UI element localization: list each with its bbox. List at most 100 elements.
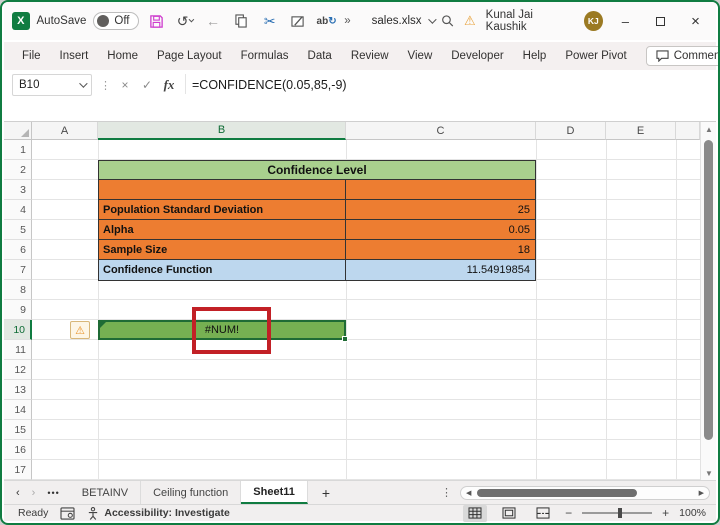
sheet-tab-betainv[interactable]: BETAINV — [70, 481, 141, 504]
fill-handle[interactable] — [342, 336, 348, 342]
row-header-10[interactable]: 10 — [4, 320, 32, 340]
row-header-15[interactable]: 15 — [4, 420, 32, 440]
table-cell-value[interactable]: 11.54919854 — [346, 260, 535, 280]
row-header-11[interactable]: 11 — [4, 340, 32, 360]
scroll-left-icon[interactable]: ◀ — [466, 488, 471, 499]
table-cell-value[interactable]: 0.05 — [346, 220, 535, 239]
column-header-c[interactable]: C — [346, 122, 536, 140]
find-replace-button[interactable]: ab↻ — [316, 10, 337, 32]
error-trace-button[interactable]: ⚠ — [70, 321, 90, 339]
row-header-14[interactable]: 14 — [4, 400, 32, 420]
zoom-slider[interactable] — [582, 512, 652, 514]
ribbon-tab-review[interactable]: Review — [351, 50, 389, 62]
ribbon-tab-home[interactable]: Home — [107, 50, 138, 62]
vertical-scrollbar[interactable]: ▲ ▼ — [700, 122, 716, 480]
minimize-button[interactable]: – — [613, 9, 638, 33]
save-button[interactable] — [146, 10, 167, 32]
avatar[interactable]: KJ — [584, 11, 603, 31]
row-header-1[interactable]: 1 — [4, 140, 32, 160]
row-header-2[interactable]: 2 — [4, 160, 32, 180]
alert-warning-icon[interactable]: ⚠ — [464, 13, 476, 29]
dots-vertical-icon[interactable]: ⋮ — [441, 486, 452, 499]
zoom-in-button[interactable]: + — [662, 506, 669, 520]
cancel-button[interactable]: × — [115, 75, 135, 95]
horizontal-scrollbar[interactable]: ◀ ▶ — [460, 486, 710, 500]
row-header-9[interactable]: 9 — [4, 300, 32, 320]
enter-button[interactable]: ✓ — [137, 75, 157, 95]
zoom-out-button[interactable]: − — [565, 506, 572, 520]
copy-button[interactable] — [231, 10, 252, 32]
table-cell-value[interactable] — [346, 180, 535, 199]
row-header-6[interactable]: 6 — [4, 240, 32, 260]
ribbon-tab-view[interactable]: View — [408, 50, 433, 62]
row-header-16[interactable]: 16 — [4, 440, 32, 460]
table-cell-value[interactable]: 18 — [346, 240, 535, 259]
insert-function-button[interactable]: fx — [159, 75, 179, 95]
ribbon-tab-formulas[interactable]: Formulas — [241, 50, 289, 62]
row-header-3[interactable]: 3 — [4, 180, 32, 200]
table-cell-label[interactable] — [99, 180, 346, 199]
column-header-d[interactable]: D — [536, 122, 606, 140]
column-header-a[interactable]: A — [32, 122, 98, 140]
new-sheet-button[interactable]: + — [308, 481, 344, 504]
undo-button[interactable]: ↺ — [174, 10, 195, 32]
row-header-17[interactable]: 17 — [4, 460, 32, 480]
table-cell-label[interactable]: Alpha — [99, 220, 346, 239]
autosave-toggle[interactable]: Off — [93, 12, 138, 30]
ribbon-tab-developer[interactable]: Developer — [451, 50, 503, 62]
close-button[interactable]: × — [683, 9, 708, 33]
ribbon-tab-page-layout[interactable]: Page Layout — [157, 50, 222, 62]
user-name-label[interactable]: Kunal Jai Kaushik — [486, 9, 574, 33]
select-all-corner[interactable] — [4, 122, 32, 140]
ribbon-tab-power-pivot[interactable]: Power Pivot — [565, 50, 626, 62]
ribbon-tab-help[interactable]: Help — [523, 50, 547, 62]
column-header-partial[interactable] — [676, 122, 700, 140]
comments-button[interactable]: Comments — [646, 46, 720, 66]
page-layout-view-button[interactable] — [497, 505, 521, 522]
search-icon[interactable] — [441, 14, 454, 28]
scroll-down-icon[interactable]: ▼ — [701, 466, 716, 480]
row-header-4[interactable]: 4 — [4, 200, 32, 220]
page-break-view-button[interactable] — [531, 505, 555, 522]
table-cell-label[interactable]: Population Standard Deviation — [99, 200, 346, 219]
row-header-12[interactable]: 12 — [4, 360, 32, 380]
zoom-slider-thumb[interactable] — [618, 508, 622, 518]
row-header-5[interactable]: 5 — [4, 220, 32, 240]
formula-input[interactable]: =CONFIDENCE(0.05,85,-9) — [192, 74, 347, 96]
scroll-right-icon[interactable]: ▶ — [699, 488, 704, 499]
horizontal-scroll-thumb[interactable] — [477, 489, 637, 497]
row-header-7[interactable]: 7 — [4, 260, 32, 280]
accessibility-status[interactable]: Accessibility: Investigate — [87, 507, 229, 520]
row-header-13[interactable]: 13 — [4, 380, 32, 400]
sheet-tab-ceiling-function[interactable]: Ceiling function — [141, 481, 241, 504]
scroll-up-icon[interactable]: ▲ — [701, 122, 716, 136]
normal-view-button[interactable] — [463, 505, 487, 522]
sheet-tab-sheet11[interactable]: Sheet11 — [241, 481, 308, 504]
back-arrow-icon: ← — [206, 13, 220, 29]
cut-button[interactable]: ✂ — [259, 10, 280, 32]
row-header-8[interactable]: 8 — [4, 280, 32, 300]
cells-area[interactable]: Confidence Level Population Standard Dev… — [32, 140, 700, 480]
column-header-e[interactable]: E — [606, 122, 676, 140]
ribbon-tab-file[interactable]: File — [22, 50, 41, 62]
table-cell-value[interactable]: 25 — [346, 200, 535, 219]
vertical-scroll-thumb[interactable] — [704, 140, 713, 440]
more-commands-icon[interactable]: » — [344, 15, 350, 27]
sheet-list-icon[interactable]: ••• — [47, 488, 59, 498]
column-header-b[interactable]: B — [98, 122, 346, 140]
ribbon-tab-data[interactable]: Data — [308, 50, 332, 62]
name-box[interactable]: B10 — [12, 74, 92, 96]
picture-edit-button[interactable] — [287, 10, 308, 32]
zoom-level[interactable]: 100% — [679, 507, 706, 519]
table-title-cell[interactable]: Confidence Level — [99, 161, 535, 180]
sheet-nav-left-icon[interactable]: ‹ — [16, 487, 20, 499]
sheet-nav-right-icon[interactable]: › — [32, 487, 36, 499]
back-button[interactable]: ← — [202, 10, 223, 32]
maximize-button[interactable] — [648, 9, 673, 33]
table-cell-label[interactable]: Confidence Function — [99, 260, 346, 280]
table-cell-label[interactable]: Sample Size — [99, 240, 346, 259]
document-title[interactable]: sales.xlsx — [372, 15, 434, 27]
formula-bar: B10 ⋮ × ✓ fx =CONFIDENCE(0.05,85,-9) — [4, 70, 716, 122]
ribbon-tab-insert[interactable]: Insert — [60, 50, 89, 62]
macro-record-icon[interactable] — [60, 507, 75, 520]
